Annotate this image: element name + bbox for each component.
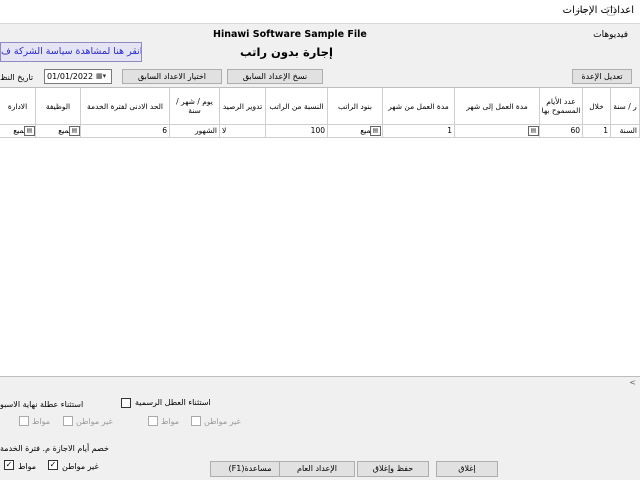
exclude-holidays-checkbox[interactable] [121,398,131,408]
col-header-balance-rollover[interactable]: تدوير الرصيد [220,88,266,125]
cell-work-period-from[interactable]: 1 [383,125,455,138]
dropdown-icon[interactable]: ▤ [528,126,539,136]
exclude-holidays-label: استثناء العطل الرسمية [135,398,211,407]
exclude-weekend-label: استثناء عطلة نهاية الاسبو [0,400,84,409]
date-value: 01/01/2022 [47,72,94,81]
weekend-citizen-checkbox[interactable] [19,416,29,426]
calendar-icon[interactable]: ▦▾ [96,72,109,81]
videos-link[interactable]: فيديوهات [593,30,628,40]
col-header-min-service[interactable]: الحد الادنى لفترة الخدمة [81,88,170,125]
main-content: Hinawi Software Sample File إجارة بدون ر… [0,25,640,480]
holiday-non-citizen-checkbox[interactable] [191,416,201,426]
cell-salary-percent[interactable]: 100 [266,125,328,138]
cell-day-month-year[interactable]: الشهور [170,125,220,138]
general-settings-button[interactable]: الإعداد العام [279,461,355,477]
deduct-citizen-label: مواط [18,462,37,471]
scroll-left-icon[interactable]: < [629,378,636,387]
weekend-citizen-label: مواط [32,417,51,426]
close-button[interactable]: إغلاق [436,461,498,477]
leave-grid: ر / سنة خلال عدد الأيام المسموح بها مدة … [0,87,640,377]
title-bar: — ▢ اعدادات الإجازات [0,0,640,24]
holiday-citizen-label: مواط [161,417,180,426]
dropdown-icon[interactable]: ▤ [69,126,80,136]
col-header-salary-items[interactable]: بنود الراتب [328,88,383,125]
company-name: Hinawi Software Sample File [213,29,367,40]
dropdown-icon[interactable]: ▤ [370,126,381,136]
col-header-job[interactable]: الوظيفة [36,88,81,125]
dropdown-icon[interactable]: ▤ [24,126,35,136]
policy-link[interactable]: انقر هنا لمشاهدة سياسة الشركة ف [0,42,142,62]
col-header-department[interactable]: الادارة [0,88,36,125]
date-picker[interactable]: 01/01/2022 ▦▾ [44,69,112,84]
date-label: تاريخ النظ [0,73,34,82]
col-header-work-period-to[interactable]: مدة العمل إلى شهر [455,88,540,125]
cell-days-allowed[interactable]: 60 [540,125,583,138]
help-button[interactable]: (F1)مساعدة [210,461,290,477]
holiday-citizen-checkbox[interactable] [148,416,158,426]
cell-balance-rollover[interactable]: لا [220,125,266,138]
col-header-days-allowed[interactable]: عدد الأيام المسموح بها [540,88,583,125]
weekend-non-citizen-checkbox[interactable] [63,416,73,426]
col-header-day-month-year[interactable]: يوم / شهر / سنة [170,88,220,125]
save-close-button[interactable]: حفظ وإغلاق [357,461,429,477]
col-header-during[interactable]: خلال [583,88,611,125]
choose-previous-button[interactable]: اختيار الاعداد السابق [122,69,222,84]
col-header-salary-percent[interactable]: النسبة من الراتب [266,88,328,125]
edit-entry-button[interactable]: تعديل الإعدة [572,69,632,84]
cell-year[interactable]: السنة [611,125,640,138]
deduct-citizen-checkbox[interactable]: ✓ [4,460,14,470]
holiday-non-citizen-label: غير مواطن [204,417,241,426]
deduct-service-label: خصم أيام الاجازة م. فترة الخدمة [0,444,109,453]
horizontal-scrollbar[interactable]: < [0,377,640,391]
report-title: إجارة بدون راتب [240,45,333,59]
cell-min-service[interactable]: 6 [81,125,170,138]
window-title: اعدادات الإجازات [562,5,634,16]
deduct-non-citizen-label: غير مواطن [62,462,99,471]
weekend-non-citizen-label: غير مواطن [76,417,113,426]
deduct-non-citizen-checkbox[interactable]: ✓ [48,460,58,470]
copy-previous-button[interactable]: نسخ الإعداد السابق [227,69,323,84]
col-header-work-period-from[interactable]: مدة العمل من شهر [383,88,455,125]
col-header-year[interactable]: ر / سنة [611,88,640,125]
cell-during[interactable]: 1 [583,125,611,138]
